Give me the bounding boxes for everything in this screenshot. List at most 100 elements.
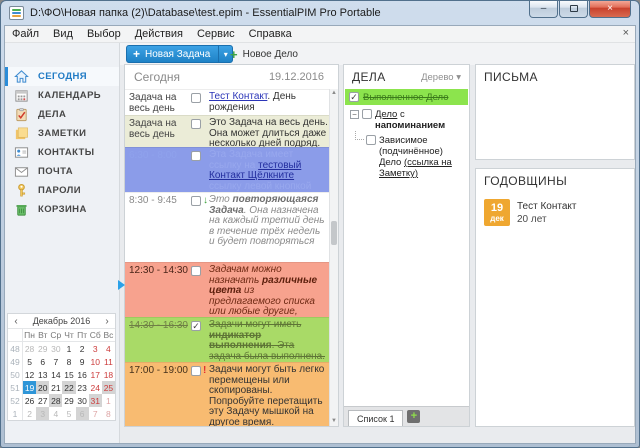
calendar-day[interactable]: 6 (36, 355, 49, 368)
calendar-day-header: Чт (62, 329, 75, 342)
tab-list-1[interactable]: Список 1 (348, 410, 403, 426)
calendar-day[interactable]: 15 (62, 368, 75, 381)
calendar-day[interactable]: 31 (89, 394, 102, 407)
task-row-drag[interactable]: 17:00 - 19:00 ! Задачи могут быть легко … (125, 362, 338, 427)
new-task-button[interactable]: +Новая Задача ▾ (126, 45, 233, 63)
menu-select[interactable]: Выбор (80, 27, 128, 41)
menubar-close-icon[interactable]: × (623, 27, 629, 39)
calendar-day[interactable]: 28 (49, 394, 62, 407)
calendar-day[interactable]: 27 (36, 394, 49, 407)
sidebar-item-trash[interactable]: КОРЗИНА (5, 200, 119, 219)
calendar-day[interactable]: 3 (89, 342, 102, 355)
calendar-day[interactable]: 24 (89, 381, 102, 394)
calendar-day[interactable]: 8 (102, 407, 115, 420)
calendar-day[interactable]: 16 (76, 368, 89, 381)
calendar-day[interactable]: 1 (62, 342, 75, 355)
menu-view[interactable]: Вид (46, 27, 80, 41)
calendar-day[interactable]: 23 (76, 381, 89, 394)
task-checkbox[interactable] (191, 151, 201, 161)
calendar-day[interactable]: 3 (36, 407, 49, 420)
calendar-day[interactable]: 19 (23, 381, 36, 394)
task-checkbox[interactable] (191, 366, 201, 376)
task-row-completed[interactable]: 14:30 - 16:30 ✓ Задачи могут иметь индик… (125, 317, 338, 362)
calendar-day[interactable]: 18 (102, 368, 115, 381)
calendar-day[interactable]: 6 (76, 407, 89, 420)
calendar-day[interactable]: 5 (23, 355, 36, 368)
todo-item-reminder[interactable]: − Дело с напоминанием (344, 105, 469, 131)
calendar-day[interactable]: 12 (23, 368, 36, 381)
task-checkbox[interactable] (191, 119, 201, 129)
calendar-day[interactable]: 14 (49, 368, 62, 381)
sidebar-item-notes[interactable]: ЗАМЕТКИ (5, 124, 119, 143)
maximize-button[interactable] (559, 0, 588, 18)
scroll-up-icon[interactable]: ▲ (330, 89, 338, 98)
sidebar-item-passwords[interactable]: ПАРОЛИ (5, 181, 119, 200)
calendar-day[interactable]: 20 (36, 381, 49, 394)
todo-checkbox[interactable] (366, 135, 376, 145)
menu-actions[interactable]: Действия (128, 27, 190, 41)
todo-checkbox[interactable] (362, 109, 372, 119)
calendar-day[interactable]: 29 (36, 342, 49, 355)
calendar-day[interactable]: 25 (102, 381, 115, 394)
anniversaries-title: ГОДОВЩИНЫ (484, 174, 626, 188)
sidebar-item-contacts[interactable]: КОНТАКТЫ (5, 143, 119, 162)
sidebar-item-mail[interactable]: ПОЧТА (5, 162, 119, 181)
menu-file[interactable]: Файл (5, 27, 46, 41)
menu-help[interactable]: Справка (242, 27, 299, 41)
calendar-prev-icon[interactable]: ‹ (8, 316, 24, 327)
close-button[interactable]: × (589, 0, 631, 18)
calendar-day[interactable]: 8 (62, 355, 75, 368)
calendar-day[interactable]: 22 (62, 381, 75, 394)
sidebar-item-calendar[interactable]: КАЛЕНДАРЬ (5, 86, 119, 105)
sidebar-item-label: КАЛЕНДАРЬ (38, 90, 101, 101)
add-list-button[interactable]: + (407, 410, 420, 423)
calendar-day[interactable]: 30 (76, 394, 89, 407)
task-row-contact-link[interactable]: 6:30 - 8:00 Эта Задача имеет ссылку на т… (125, 147, 338, 192)
todo-checkbox-checked[interactable]: ✓ (349, 92, 359, 102)
task-row-birthday[interactable]: Задача на весь день Тест Контакт. День р… (125, 89, 338, 115)
calendar-day[interactable]: 1 (102, 394, 115, 407)
task-checkbox[interactable] (191, 196, 201, 206)
calendar-next-icon[interactable]: › (99, 316, 115, 327)
schedule-scrollbar[interactable]: ▲ ▼ (329, 89, 338, 426)
tree-collapse-icon[interactable]: − (350, 110, 359, 119)
calendar-day[interactable]: 13 (36, 368, 49, 381)
todo-link[interactable]: Дело (375, 109, 397, 120)
task-row-allday[interactable]: Задача на весь день Это Задача на весь д… (125, 115, 338, 147)
todos-view-selector[interactable]: Дерево ▾ (421, 72, 461, 83)
scrollbar-thumb[interactable] (331, 221, 337, 245)
calendar-day[interactable]: 11 (102, 355, 115, 368)
calendar-day[interactable]: 5 (62, 407, 75, 420)
task-time: Задача на весь день (129, 92, 191, 115)
menu-tools[interactable]: Сервис (190, 27, 242, 41)
contact-link[interactable]: Тест Контакт (209, 91, 267, 102)
task-row-recurring[interactable]: 8:30 - 9:45 ↓ Это повторяющаяся Задача. … (125, 192, 338, 262)
task-checkbox[interactable] (191, 93, 201, 103)
calendar-day[interactable]: 4 (49, 407, 62, 420)
calendar-day[interactable]: 21 (49, 381, 62, 394)
calendar-day[interactable]: 7 (89, 407, 102, 420)
mini-calendar-grid: ПнВтСрЧтПтСбВс48282930123449567891011501… (8, 329, 115, 420)
todo-item-done[interactable]: ✓ Выполненное Дело (345, 89, 468, 105)
task-row-colors[interactable]: 12:30 - 14:30 Задачам можно назначать ра… (125, 262, 338, 317)
scroll-down-icon[interactable]: ▼ (330, 417, 338, 426)
calendar-day[interactable]: 28 (23, 342, 36, 355)
sidebar-item-today[interactable]: СЕГОДНЯ (5, 67, 119, 86)
anniversary-item[interactable]: 19 дек Тест Контакт 20 лет (476, 193, 634, 232)
calendar-day[interactable]: 2 (76, 342, 89, 355)
new-todo-button[interactable]: +Новое Дело (222, 45, 306, 63)
task-checkbox[interactable] (191, 266, 201, 276)
todo-item-dependent[interactable]: Зависимое (подчинённое) Дело (ссылка на … (344, 131, 469, 179)
calendar-day[interactable]: 9 (76, 355, 89, 368)
task-checkbox-checked[interactable]: ✓ (191, 321, 201, 331)
calendar-day[interactable]: 10 (89, 355, 102, 368)
calendar-day[interactable]: 26 (23, 394, 36, 407)
minimize-button[interactable]: – (529, 0, 558, 18)
calendar-day[interactable]: 2 (23, 407, 36, 420)
calendar-day[interactable]: 29 (62, 394, 75, 407)
calendar-day[interactable]: 4 (102, 342, 115, 355)
calendar-day[interactable]: 7 (49, 355, 62, 368)
calendar-day[interactable]: 17 (89, 368, 102, 381)
calendar-day[interactable]: 30 (49, 342, 62, 355)
sidebar-item-todos[interactable]: ДЕЛА (5, 105, 119, 124)
